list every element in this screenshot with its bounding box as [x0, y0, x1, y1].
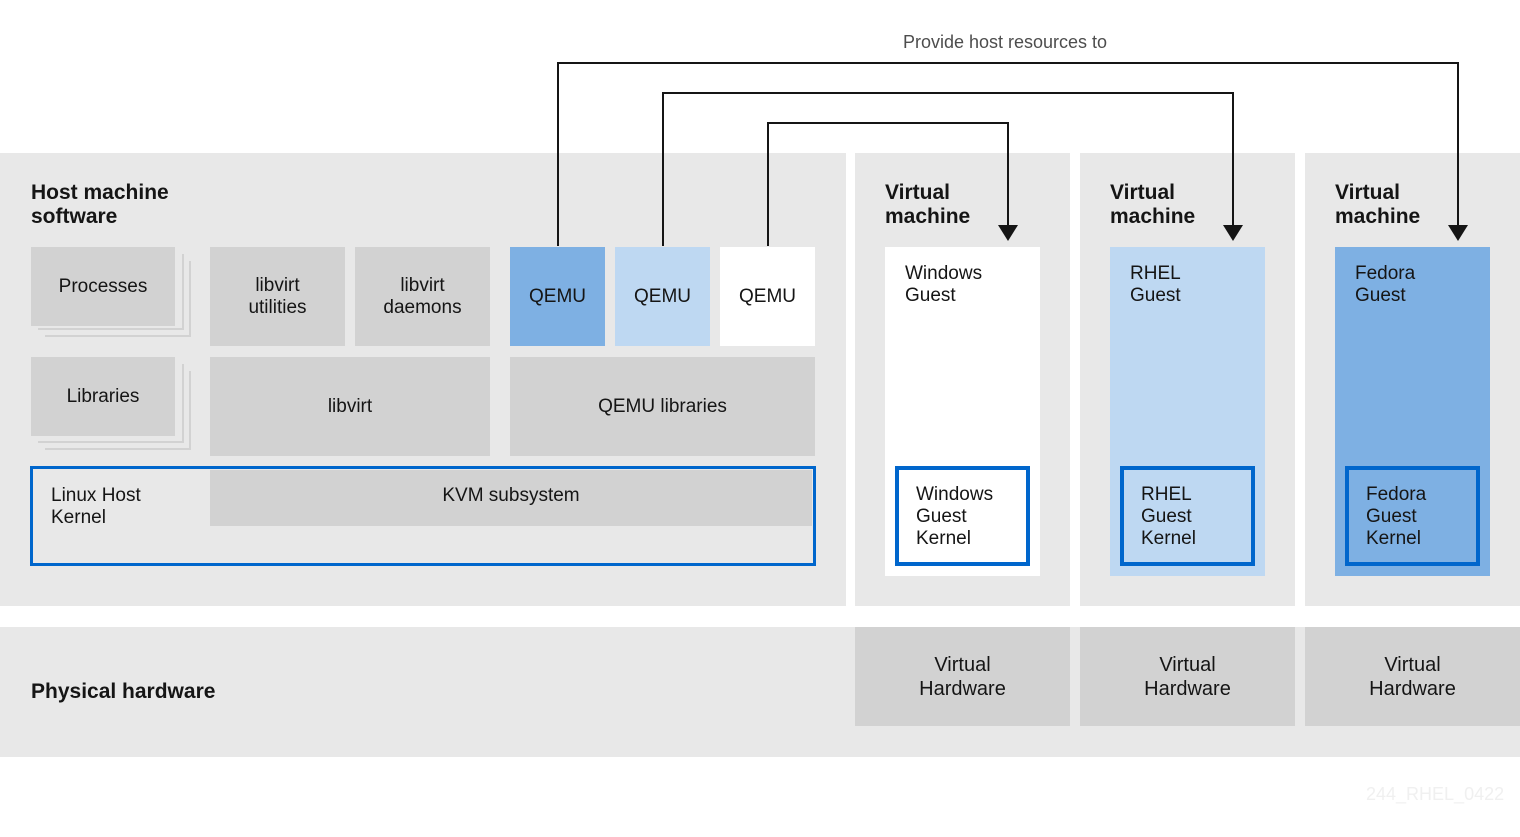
arrowhead-windows-icon: [998, 225, 1018, 241]
arrowhead-rhel-icon: [1223, 225, 1243, 241]
arrow-line-qemu-to-windows: [767, 122, 1009, 246]
watermark: 244_RHEL_0422: [1366, 784, 1505, 804]
arrowhead-fedora-icon: [1448, 225, 1468, 241]
arrow-line-qemu-to-rhel: [662, 92, 1234, 246]
resource-arrows: [557, 62, 1468, 246]
